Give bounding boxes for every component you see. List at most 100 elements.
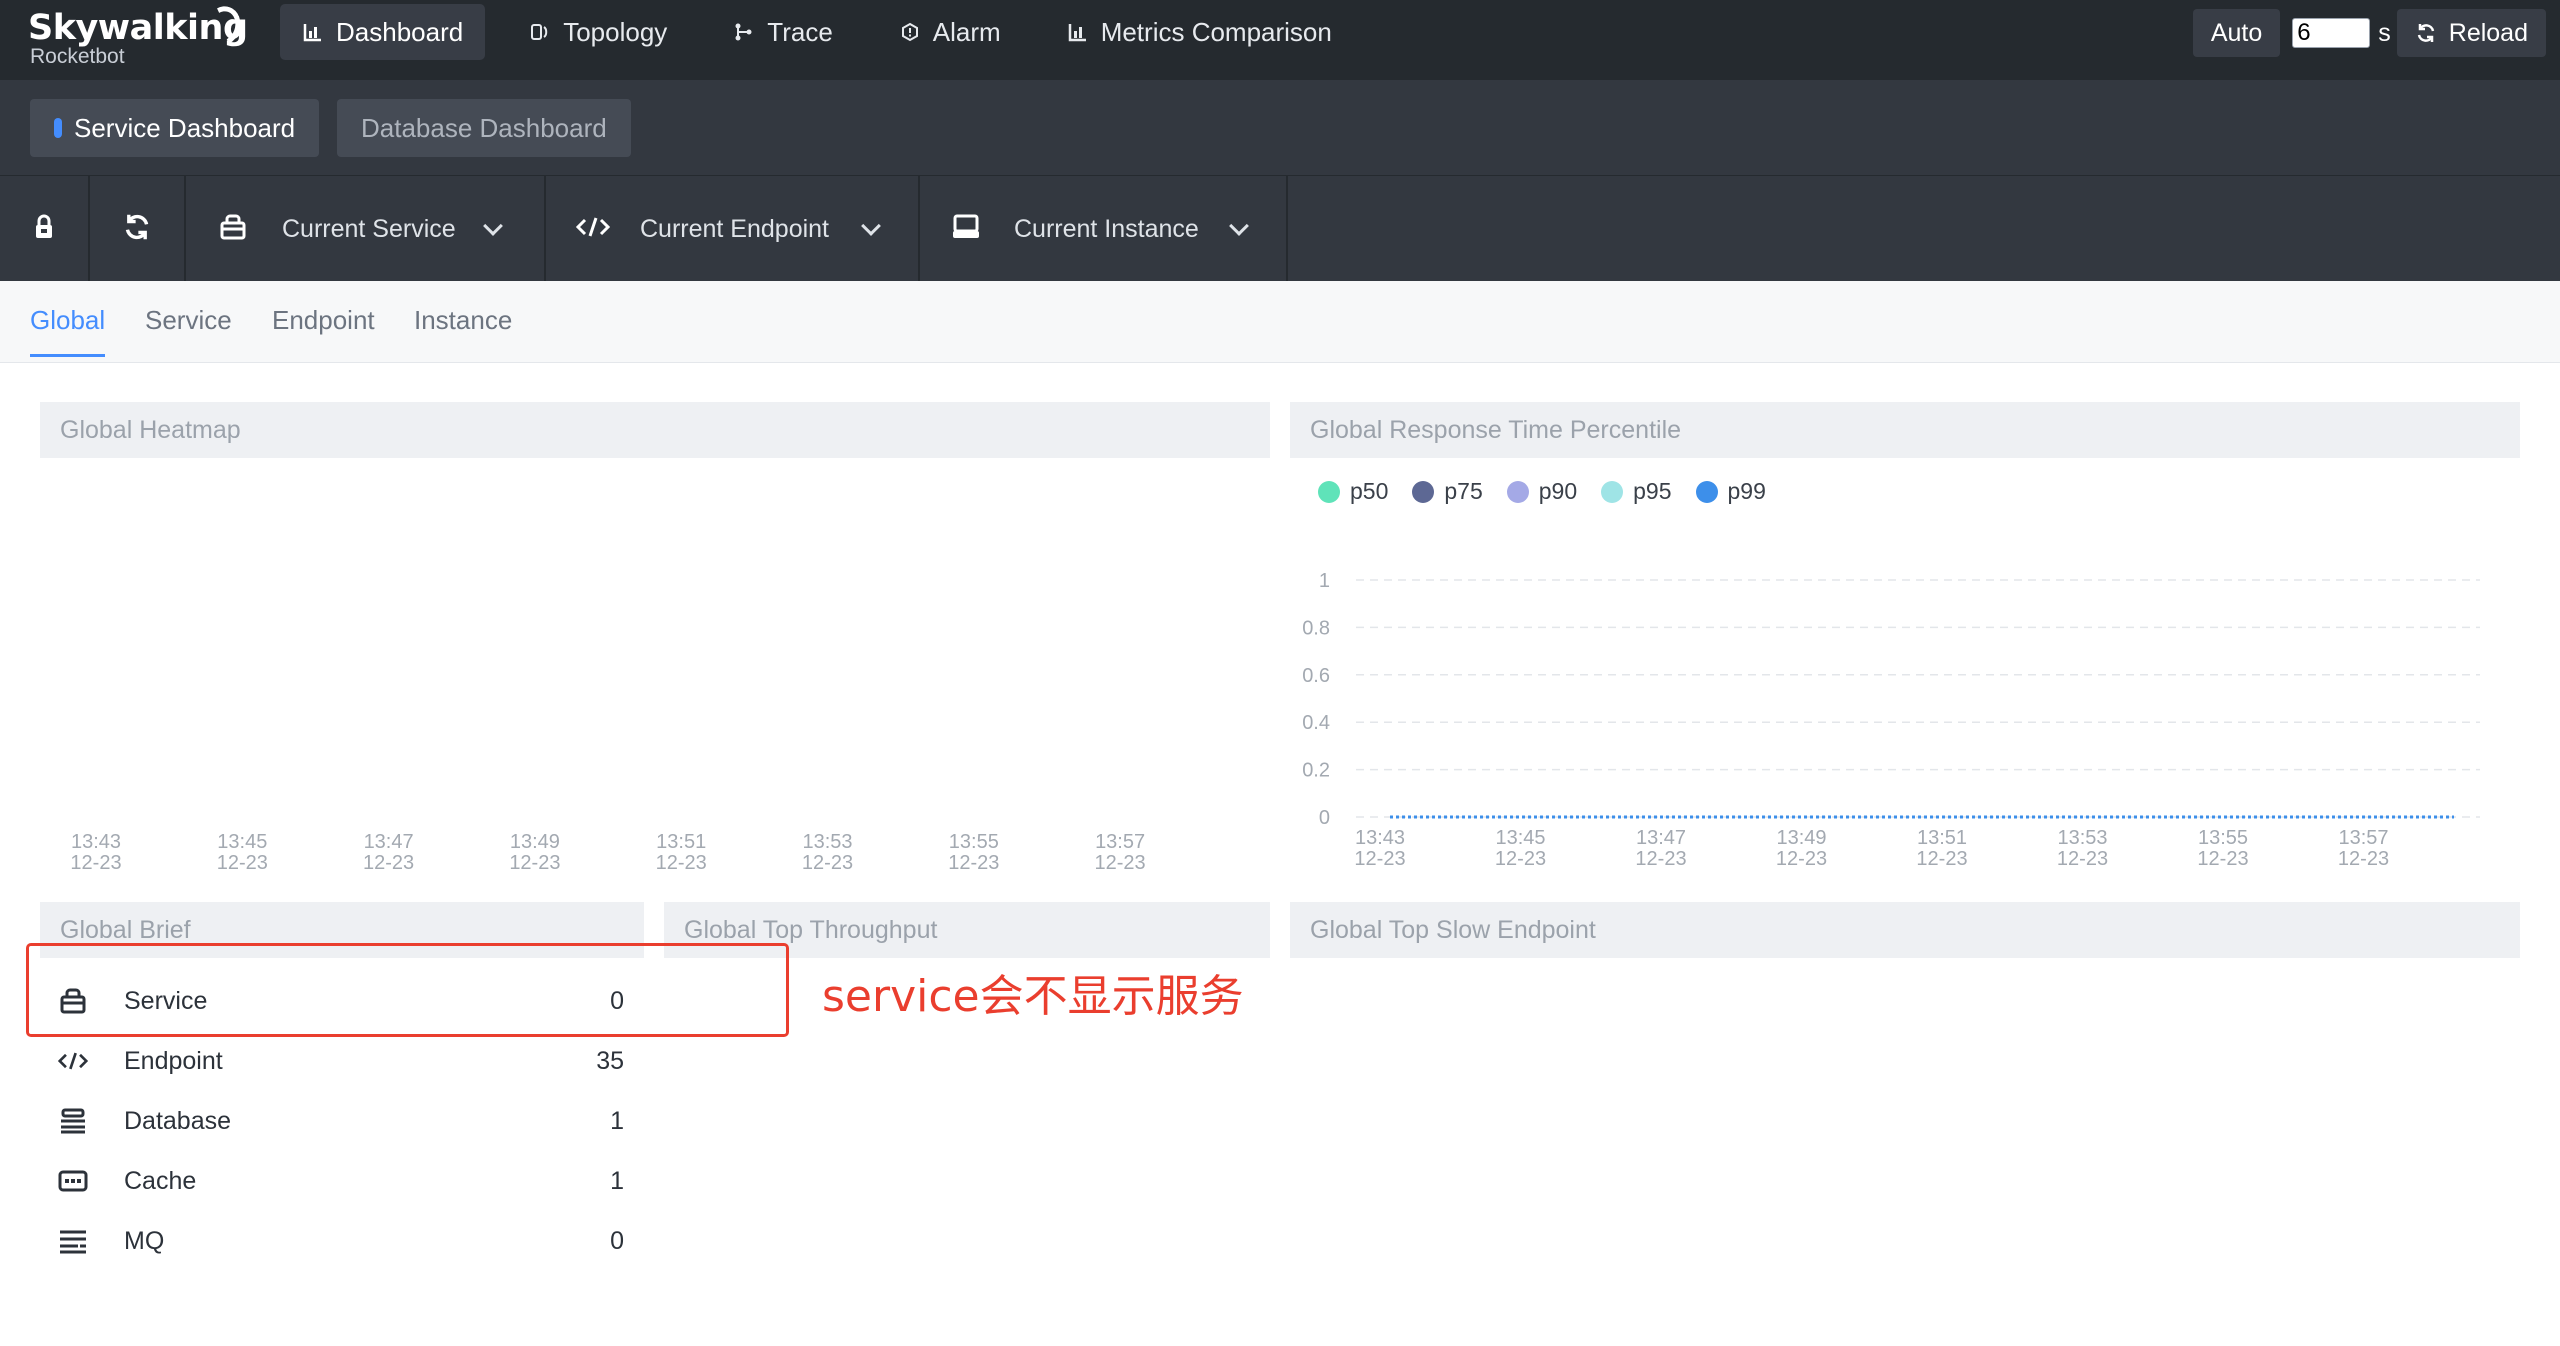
x-tick-label: 13:57 12-23	[2338, 827, 2389, 870]
nav-dashboard[interactable]: Dashboard	[280, 4, 486, 60]
x-tick-date: 12-23	[1916, 848, 1967, 870]
x-tick-label: 13:55 12-23	[2197, 827, 2248, 870]
legend-swatch	[1601, 480, 1624, 503]
brief-label: Cache	[124, 1166, 197, 1195]
mq-icon	[58, 1226, 88, 1256]
chevron-down-icon	[483, 216, 503, 236]
refresh-controls: Auto s Reload	[2192, 8, 2546, 58]
tick-date: 12-23	[216, 852, 268, 874]
tab-instance[interactable]: Instance	[414, 305, 512, 354]
brand-logo[interactable]: Skywalking Rocketbot	[28, 1, 248, 76]
instance-selector[interactable]: Current Instance	[920, 176, 1288, 282]
heatmap-x-tick: 13:47 12-23	[349, 832, 429, 874]
heatmap-x-tick: 13:57 12-23	[1080, 832, 1160, 874]
legend-item-p90[interactable]: p90	[1506, 478, 1577, 505]
tab-service[interactable]: Service	[145, 305, 232, 354]
tab-service-dashboard[interactable]: Service Dashboard	[30, 99, 320, 157]
tick-time: 13:45	[217, 831, 268, 853]
brief-row-database: Database 1	[58, 1101, 628, 1141]
x-tick-date: 12-23	[2057, 848, 2108, 870]
scope-tabs: Global Service Endpoint Instance	[0, 281, 2560, 363]
legend-item-p75[interactable]: p75	[1412, 478, 1483, 505]
legend-label: p75	[1444, 478, 1483, 504]
brand-subtitle: Rocketbot	[30, 45, 125, 68]
top-navbar: Skywalking Rocketbot Dashboard Topology …	[0, 0, 2560, 80]
lock-button[interactable]	[0, 176, 90, 282]
x-tick-label: 13:43 12-23	[1354, 827, 1405, 870]
tick-time: 13:47	[363, 831, 414, 853]
x-tick-time: 13:57	[2338, 827, 2388, 849]
tab-label: Service Dashboard	[74, 112, 296, 143]
y-tick-label: 1	[1319, 570, 1330, 592]
brief-label: MQ	[124, 1226, 165, 1255]
tick-time: 13:55	[948, 831, 999, 853]
alarm-icon	[899, 21, 921, 43]
brief-row-mq: MQ 0	[58, 1221, 628, 1261]
reload-button[interactable]: Reload	[2396, 9, 2546, 57]
brief-row-cache: Cache 1	[58, 1161, 628, 1201]
legend-item-p95[interactable]: p95	[1601, 478, 1672, 505]
brief-value: 1	[610, 1166, 624, 1195]
tick-date: 12-23	[509, 852, 561, 874]
tick-time: 13:57	[1095, 831, 1146, 853]
endpoint-selector[interactable]: Current Endpoint	[546, 176, 920, 282]
tick-date: 12-23	[363, 852, 415, 874]
y-tick-label: 0.2	[1302, 760, 1330, 782]
tab-endpoint[interactable]: Endpoint	[272, 305, 375, 354]
tick-time: 13:53	[802, 831, 853, 853]
nav-topology[interactable]: Topology	[507, 4, 689, 60]
x-tick-time: 13:47	[1636, 827, 1686, 849]
tab-database-dashboard[interactable]: Database Dashboard	[337, 99, 631, 157]
nav-metrics-comparison[interactable]: Metrics Comparison	[1045, 4, 1354, 60]
tick-time: 13:43	[70, 831, 122, 853]
endpoint-selector-label: Current Endpoint	[640, 214, 830, 243]
chart-legend: p50 p75 p90 p95 p99	[1318, 478, 1790, 505]
legend-item-p99[interactable]: p99	[1695, 478, 1766, 505]
annotation-highlight-box	[26, 943, 789, 1037]
x-tick-time: 13:49	[1776, 827, 1826, 849]
x-tick-date: 12-23	[1776, 848, 1827, 870]
x-tick-time: 13:55	[2198, 827, 2248, 849]
code-icon	[58, 1046, 88, 1076]
heatmap-x-tick: 13:53 12-23	[788, 832, 868, 874]
tick-date: 12-23	[1094, 852, 1146, 874]
panel-title-slow-endpoint: Global Top Slow Endpoint	[1290, 902, 2520, 958]
x-tick-time: 13:45	[1495, 827, 1545, 849]
x-tick-label: 13:45 12-23	[1495, 827, 1546, 870]
chevron-down-icon	[861, 216, 881, 236]
y-tick-label: 0.8	[1302, 617, 1330, 639]
reload-label: Reload	[2448, 18, 2528, 47]
tick-date: 12-23	[655, 852, 707, 874]
active-indicator	[54, 118, 62, 138]
x-tick-label: 13:49 12-23	[1776, 827, 1827, 870]
nav-alarm[interactable]: Alarm	[877, 4, 1023, 60]
heatmap-x-tick: 13:55 12-23	[934, 832, 1014, 874]
instance-icon	[952, 214, 980, 245]
heatmap-x-tick: 13:51 12-23	[641, 832, 721, 874]
code-icon	[575, 216, 611, 243]
x-tick-date: 12-23	[1354, 848, 1405, 870]
legend-label: p50	[1350, 478, 1389, 504]
interval-input[interactable]	[2292, 18, 2371, 48]
nav-label: Trace	[767, 16, 833, 47]
interval-unit: s	[2378, 18, 2391, 47]
nav-label: Alarm	[932, 16, 1001, 47]
auto-refresh-button[interactable]: Auto	[2192, 9, 2281, 57]
nav-label: Metrics Comparison	[1100, 16, 1332, 47]
tab-global[interactable]: Global	[30, 305, 106, 357]
nav-trace[interactable]: Trace	[711, 4, 855, 60]
heatmap-x-tick: 13:49 12-23	[495, 832, 575, 874]
database-icon	[58, 1106, 88, 1136]
brief-row-endpoint: Endpoint 35	[58, 1041, 628, 1081]
service-selector[interactable]: Current Service	[186, 176, 546, 282]
selector-bar: Current Service Current Endpoint Current…	[0, 175, 2560, 282]
refresh-selectors-button[interactable]	[90, 176, 186, 282]
reload-icon	[2415, 22, 2437, 44]
legend-swatch	[1318, 480, 1340, 503]
trace-icon	[733, 21, 755, 43]
legend-swatch	[1412, 480, 1435, 503]
percentile-chart: 10.80.60.40.2013:43 12-2313:45 12-2313:47 1…	[1302, 570, 2480, 870]
heatmap-x-tick: 13:45 12-23	[202, 832, 282, 874]
legend-item-p50[interactable]: p50	[1318, 478, 1388, 505]
bar-chart-icon	[302, 21, 324, 43]
